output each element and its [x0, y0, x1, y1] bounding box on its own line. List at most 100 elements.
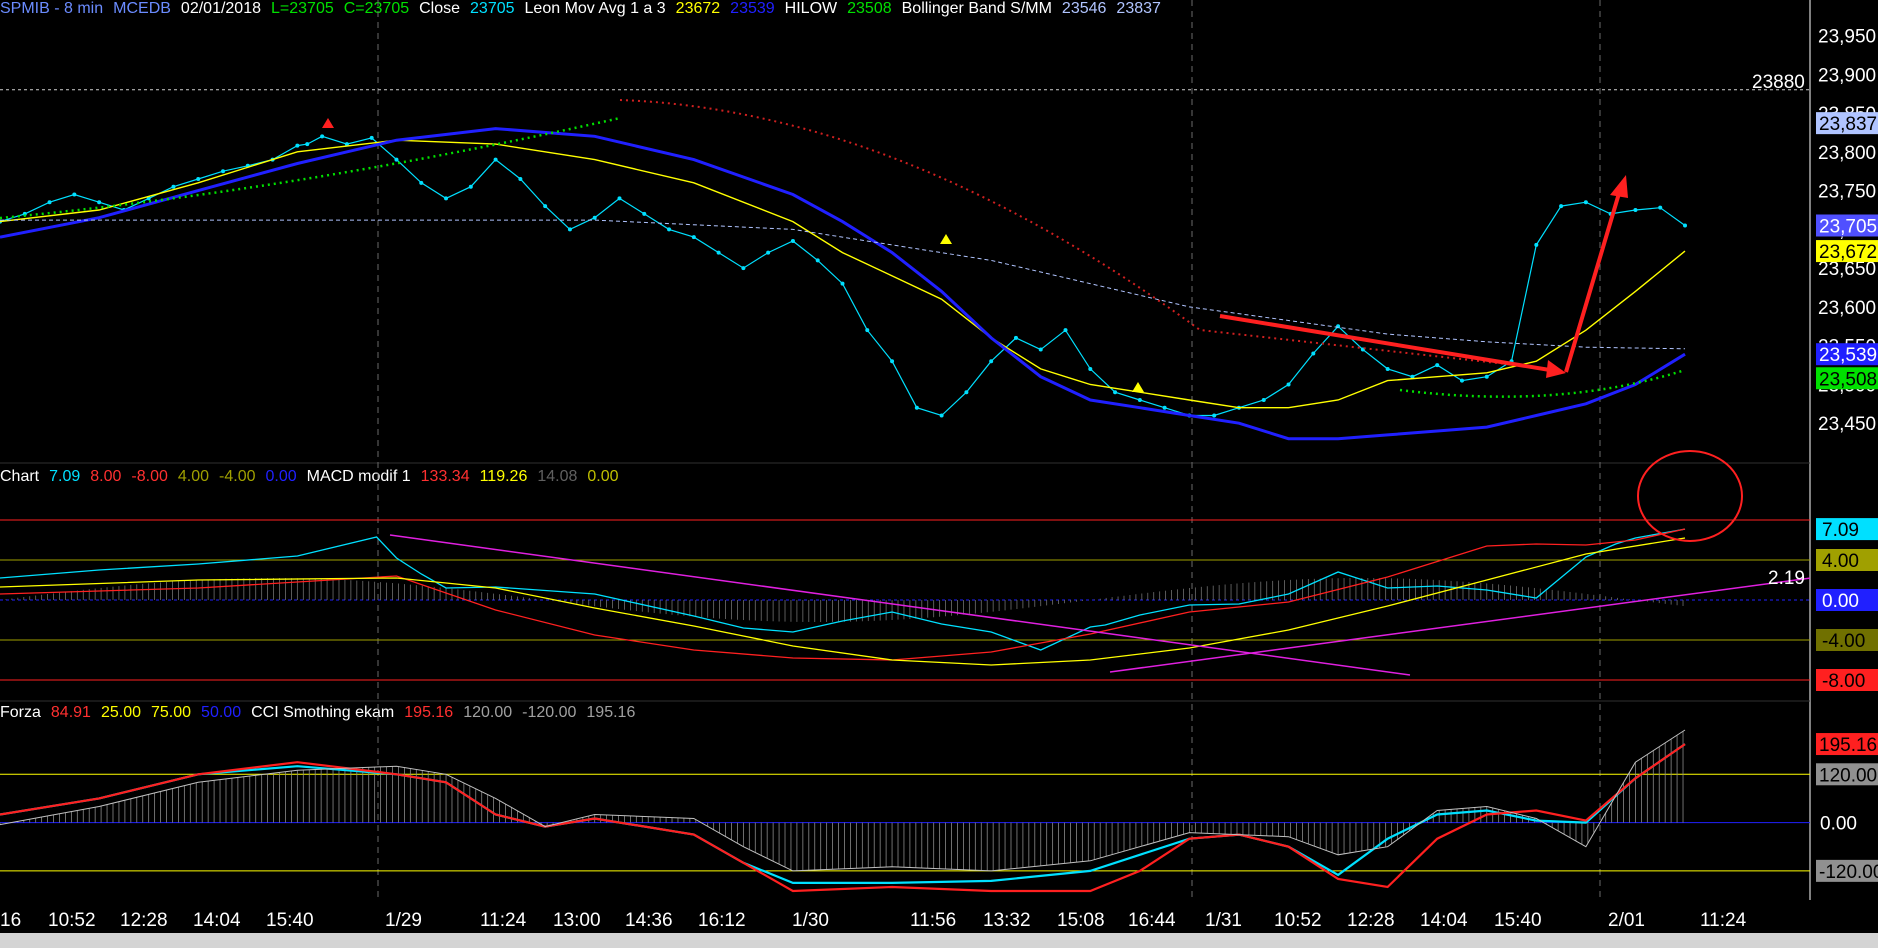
close-point-63	[1534, 242, 1539, 247]
time-label-21: 11:24	[1700, 910, 1747, 931]
close-point-48	[1162, 405, 1167, 410]
price-badge-text-1: 23,705	[1819, 216, 1877, 237]
close-point-57	[1385, 366, 1390, 371]
close-point-36	[865, 328, 870, 333]
cci-badge-text-2: -120.00	[1819, 862, 1878, 883]
close-point-28	[667, 227, 672, 232]
time-label-7: 13:00	[553, 910, 601, 931]
time-label-0: 16	[0, 910, 21, 931]
close-point-7	[171, 184, 176, 189]
close-point-41	[989, 359, 994, 364]
close-point-30	[716, 250, 721, 255]
close-point-59	[1435, 363, 1440, 368]
close-point-20	[468, 184, 473, 189]
time-label-19: 15:40	[1494, 910, 1542, 931]
buy-signal-icon-2	[1132, 382, 1144, 392]
close-point-47	[1137, 397, 1142, 402]
price-badge-text-3: 23,539	[1819, 345, 1877, 366]
close-point-44	[1063, 328, 1068, 333]
close-point-69	[1683, 223, 1687, 228]
macd-badge-text-4: -8.00	[1822, 671, 1865, 692]
hilow-red-segment	[619, 99, 1561, 371]
close-point-17	[394, 157, 399, 162]
buy-signal-icon-1	[940, 234, 952, 244]
close-point-29	[691, 235, 696, 240]
close-point-21	[493, 157, 498, 162]
close-point-38	[914, 405, 919, 410]
macd-badge-text-2: 0.00	[1822, 591, 1859, 612]
macd-reference-label: 2.19	[1768, 568, 1805, 589]
trendline-up	[1109, 577, 1811, 673]
close-point-35	[840, 281, 845, 286]
time-label-3: 14:04	[193, 910, 241, 931]
close-point-33	[790, 239, 795, 243]
close-point-60	[1459, 378, 1464, 383]
price-tick-3: 23,800	[1818, 143, 1876, 164]
annotation-arrowhead-2	[1610, 175, 1628, 198]
time-label-16: 10:52	[1274, 910, 1322, 931]
close-point-65	[1583, 200, 1588, 205]
close-point-27	[642, 211, 647, 216]
close-point-37	[890, 359, 895, 364]
close-point-64	[1559, 204, 1564, 209]
time-label-18: 14:04	[1420, 910, 1468, 931]
annotation-arrow-2	[1564, 189, 1622, 373]
close-point-54	[1311, 351, 1316, 356]
close-point-13	[305, 142, 310, 147]
price-tick-1: 23,900	[1818, 65, 1876, 86]
time-label-1: 10:52	[48, 910, 96, 931]
time-label-2: 12:28	[120, 910, 168, 931]
close-point-4	[97, 200, 102, 205]
close-point-52	[1261, 397, 1266, 402]
cci-badge-text-0: 195.16	[1819, 735, 1877, 756]
time-label-15: 1/31	[1205, 910, 1242, 931]
stock-chart-canvas[interactable]: 23,95023,90023,85023,80023,75023,70023,6…	[0, 0, 1878, 948]
price-tick-0: 23,950	[1818, 27, 1876, 48]
price-series-close	[0, 135, 1686, 417]
close-point-2	[47, 200, 52, 205]
macd-badge-text-0: 7.09	[1822, 520, 1859, 541]
macd-badge-text-3: -4.00	[1822, 631, 1865, 652]
close-point-67	[1633, 207, 1638, 212]
close-point-8	[196, 176, 201, 181]
cci-badge-text-1: 120.00	[1819, 765, 1877, 786]
close-point-45	[1088, 366, 1093, 371]
close-point-23	[543, 204, 548, 209]
time-label-8: 14:36	[625, 910, 673, 931]
close-point-26	[617, 196, 622, 201]
time-label-14: 16:44	[1128, 910, 1176, 931]
price-tick-10: 23,450	[1818, 414, 1876, 435]
close-point-22	[518, 176, 523, 181]
time-label-4: 15:40	[266, 910, 314, 931]
annotation-circle	[1637, 450, 1743, 542]
close-point-3	[72, 192, 77, 197]
close-point-14	[320, 134, 325, 139]
close-point-34	[815, 258, 820, 263]
price-badge-text-2: 23,672	[1819, 242, 1877, 263]
hilow-lower	[1399, 368, 1686, 398]
close-point-25	[592, 215, 597, 220]
close-point-32	[766, 250, 771, 255]
price-tick-7: 23,600	[1818, 298, 1876, 319]
close-point-46	[1113, 390, 1118, 395]
price-badge-text-0: 23,837	[1819, 114, 1877, 135]
close-point-50	[1212, 413, 1217, 418]
time-label-10: 1/30	[792, 910, 829, 931]
close-point-68	[1658, 205, 1663, 210]
hilow-upper	[0, 116, 621, 220]
price-badge-text-4: 23,508	[1819, 369, 1877, 390]
time-label-17: 12:28	[1347, 910, 1395, 931]
close-point-42	[1013, 335, 1018, 340]
cci-tick-zero: 0.00	[1820, 814, 1857, 835]
time-label-13: 15:08	[1057, 910, 1105, 931]
close-point-53	[1286, 382, 1291, 387]
close-point-24	[567, 227, 572, 232]
close-point-40	[964, 390, 969, 395]
close-point-16	[369, 135, 374, 140]
status-strip	[0, 933, 1878, 948]
close-point-31	[741, 266, 746, 271]
time-label-20: 2/01	[1608, 910, 1645, 931]
time-label-11: 11:56	[910, 910, 956, 931]
close-point-9	[221, 169, 226, 174]
time-label-6: 11:24	[480, 910, 527, 931]
